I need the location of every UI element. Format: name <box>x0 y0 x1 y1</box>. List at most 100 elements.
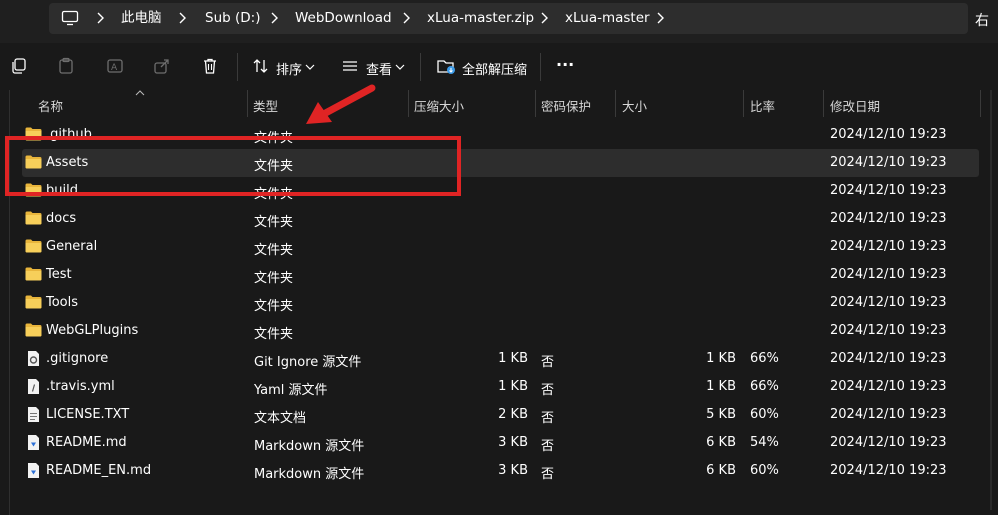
file-compressed-size: 1 KB <box>498 351 528 366</box>
file-ratio: 66% <box>750 351 779 366</box>
file-modified-date: 2024/12/10 19:23 <box>830 295 947 310</box>
file-type: Markdown 源文件 <box>254 467 365 482</box>
file-type: Git Ignore 源文件 <box>254 355 362 370</box>
chevron-down-icon <box>305 64 315 70</box>
table-row[interactable]: docs 文件夹 2024/12/10 19:23 <box>22 205 979 233</box>
table-row[interactable]: WebGLPlugins 文件夹 2024/12/10 19:23 <box>22 317 979 345</box>
table-row[interactable]: .travis.yml Yaml 源文件 1 KB 否 1 KB 66% 2024/12/1… <box>22 373 979 401</box>
file-name: docs <box>46 211 77 226</box>
folder-icon <box>25 295 42 309</box>
scrollbar[interactable] <box>990 90 992 510</box>
file-name: Test <box>46 267 72 282</box>
file-size: 5 KB <box>706 407 736 422</box>
chevron-right-icon <box>403 12 410 24</box>
column-divider[interactable] <box>743 90 744 117</box>
file-modified-date: 2024/12/10 19:23 <box>830 155 947 170</box>
sort-icon <box>253 59 268 73</box>
file-type: 文件夹 <box>254 327 294 342</box>
folder-icon <box>25 211 42 225</box>
file-name: Tools <box>46 295 79 310</box>
column-compressed-size[interactable]: 压缩大小 <box>414 96 464 115</box>
folder-icon <box>25 323 42 337</box>
file-name: LICENSE.TXT <box>46 407 130 422</box>
table-row[interactable]: README_EN.md Markdown 源文件 3 KB 否 6 KB 60% 2024… <box>22 457 979 485</box>
file-modified-date: 2024/12/10 19:23 <box>830 435 947 450</box>
file-type: 文件夹 <box>254 299 294 314</box>
file-modified-date: 2024/12/10 19:23 <box>830 379 947 394</box>
folder-icon <box>25 239 42 253</box>
file-size: 1 KB <box>706 351 736 366</box>
annotation-arrow-icon <box>306 84 376 124</box>
file-compressed-size: 3 KB <box>498 463 528 478</box>
breadcrumb-zip[interactable]: xLua-master.zip <box>427 3 534 34</box>
table-row[interactable]: README.md Markdown 源文件 3 KB 否 6 KB 54% 2024/12… <box>22 429 979 457</box>
table-row[interactable]: General 文件夹 2024/12/10 19:23 <box>22 233 979 261</box>
column-name[interactable]: 名称 <box>38 96 63 115</box>
file-name: WebGLPlugins <box>46 323 139 338</box>
breadcrumb-xlua-master[interactable]: xLua-master <box>565 3 650 34</box>
highlight-box <box>5 136 461 196</box>
code-file-icon <box>28 379 39 394</box>
file-modified-date: 2024/12/10 19:23 <box>830 463 947 478</box>
text-file-icon <box>28 407 39 422</box>
table-row[interactable]: Tools 文件夹 2024/12/10 19:23 <box>22 289 979 317</box>
file-modified-date: 2024/12/10 19:23 <box>830 267 947 282</box>
file-name: README_EN.md <box>46 463 152 478</box>
sort-ascending-icon <box>135 90 145 96</box>
file-name: README.md <box>46 435 127 450</box>
column-size[interactable]: 大小 <box>622 96 647 115</box>
toolbar-divider <box>420 53 421 81</box>
column-password[interactable]: 密码保护 <box>541 96 591 115</box>
file-password: 否 <box>541 383 555 398</box>
column-ratio[interactable]: 比率 <box>750 96 775 115</box>
view-label: 查看 <box>366 63 393 78</box>
breadcrumb-drive[interactable]: Sub (D:) <box>205 3 260 34</box>
column-divider[interactable] <box>980 90 981 117</box>
file-name: .travis.yml <box>46 379 115 394</box>
address-bar[interactable]: 此电脑 Sub (D:) WebDownload xLua-master.zip… <box>49 3 968 34</box>
file-password: 否 <box>541 439 555 454</box>
column-divider[interactable] <box>823 90 824 117</box>
file-ratio: 60% <box>750 407 779 422</box>
column-divider[interactable] <box>615 90 616 117</box>
file-type: Yaml 源文件 <box>254 383 328 398</box>
chevron-right-icon <box>179 12 186 24</box>
file-type: 文本文档 <box>254 411 307 426</box>
sort-label: 排序 <box>276 63 303 78</box>
file-ratio: 60% <box>750 463 779 478</box>
rename-icon[interactable]: A <box>106 57 124 75</box>
table-row[interactable]: Test 文件夹 2024/12/10 19:23 <box>22 261 979 289</box>
file-size: 1 KB <box>706 379 736 394</box>
file-modified-date: 2024/12/10 19:23 <box>830 407 947 422</box>
breadcrumb-webdownload[interactable]: WebDownload <box>295 3 392 34</box>
file-size: 6 KB <box>706 463 736 478</box>
file-password: 否 <box>541 355 555 370</box>
view-list-icon <box>343 61 357 71</box>
folder-icon <box>25 267 42 281</box>
column-divider[interactable] <box>535 90 536 117</box>
file-ratio: 66% <box>750 379 779 394</box>
file-type: 文件夹 <box>254 215 294 230</box>
copy-icon[interactable] <box>10 57 28 75</box>
file-compressed-size: 1 KB <box>498 379 528 394</box>
search-box-hint[interactable]: 右 <box>975 10 989 30</box>
file-ratio: 54% <box>750 435 779 450</box>
column-modified[interactable]: 修改日期 <box>830 96 880 115</box>
gear-file-icon <box>28 351 39 366</box>
file-password: 否 <box>541 411 555 426</box>
table-row[interactable]: .gitignore Git Ignore 源文件 1 KB 否 1 KB 66% 2024… <box>22 345 979 373</box>
column-type[interactable]: 类型 <box>253 96 278 115</box>
paste-icon[interactable] <box>57 57 75 75</box>
file-compressed-size: 2 KB <box>498 407 528 422</box>
column-divider[interactable] <box>408 90 409 117</box>
file-type: Markdown 源文件 <box>254 439 365 454</box>
delete-icon[interactable] <box>201 57 219 75</box>
breadcrumb-this-pc[interactable]: 此电脑 <box>121 3 162 34</box>
table-row[interactable]: LICENSE.TXT 文本文档 2 KB 否 5 KB 60% 2024/12/10 19… <box>22 401 979 429</box>
file-modified-date: 2024/12/10 19:23 <box>830 211 947 226</box>
share-icon[interactable] <box>153 57 171 75</box>
file-modified-date: 2024/12/10 19:23 <box>830 323 947 338</box>
chevron-right-icon <box>657 12 664 24</box>
column-divider[interactable] <box>247 90 248 117</box>
more-options-button[interactable]: ··· <box>556 55 574 74</box>
